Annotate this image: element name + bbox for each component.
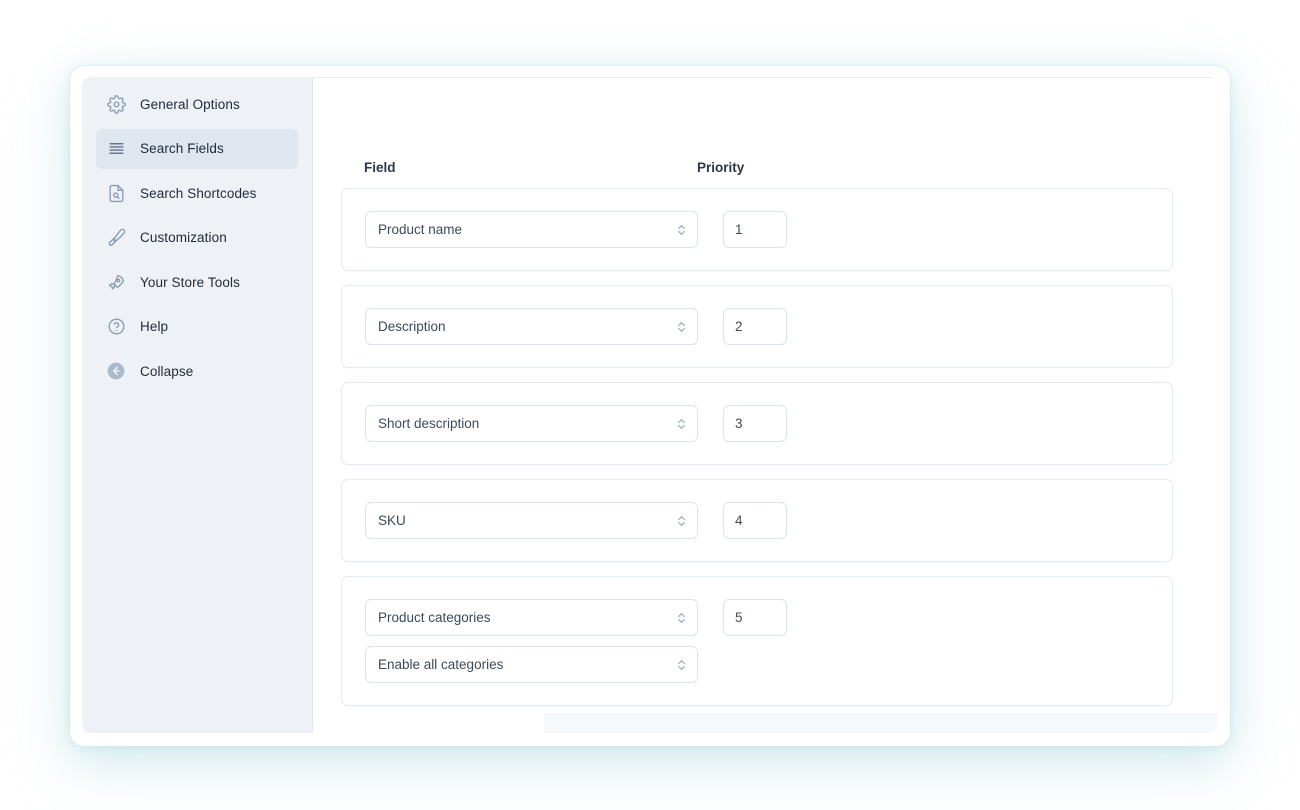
search-fields-panel: Field Priority Product name 1 Descriptio… xyxy=(313,77,1218,733)
field-select[interactable]: Product name xyxy=(365,211,698,248)
field-select-value: Description xyxy=(378,319,446,334)
chevron-updown-icon xyxy=(676,222,687,237)
category-scope-value: Enable all categories xyxy=(378,657,504,672)
search-field-row: SKU 4 xyxy=(341,479,1173,562)
gear-icon xyxy=(105,93,127,115)
sidebar-item-label: Help xyxy=(140,319,169,334)
question-circle-icon xyxy=(105,316,127,338)
field-select[interactable]: SKU xyxy=(365,502,698,539)
field-select-value: Product categories xyxy=(378,610,491,625)
arrow-left-circle-icon xyxy=(105,360,127,382)
sidebar-item-help[interactable]: Help xyxy=(96,307,298,347)
sidebar-item-your-store-tools[interactable]: Your Store Tools xyxy=(96,262,298,302)
priority-value: 2 xyxy=(735,319,743,334)
search-field-row: Short description 3 xyxy=(341,382,1173,465)
priority-value: 3 xyxy=(735,416,743,431)
sidebar-item-general-options[interactable]: General Options xyxy=(96,84,298,124)
priority-value: 1 xyxy=(735,222,743,237)
field-select-value: Short description xyxy=(378,416,480,431)
chevron-updown-icon xyxy=(676,319,687,334)
sidebar-item-label: Search Shortcodes xyxy=(140,185,257,201)
priority-input[interactable]: 5 xyxy=(723,599,787,636)
sidebar-item-customization[interactable]: Customization xyxy=(96,218,298,258)
search-field-row: Product categories Enable all categories xyxy=(341,576,1173,706)
column-header-field: Field xyxy=(364,160,396,175)
sidebar-item-label: Customization xyxy=(140,230,227,245)
priority-input[interactable]: 4 xyxy=(723,502,787,539)
search-field-row: Product name 1 xyxy=(341,188,1173,271)
sidebar-item-search-fields[interactable]: Search Fields xyxy=(96,128,298,169)
sidebar-item-search-shortcodes[interactable]: Search Shortcodes xyxy=(96,173,298,213)
priority-input[interactable]: 1 xyxy=(723,211,787,248)
chevron-updown-icon xyxy=(676,513,687,528)
category-scope-select[interactable]: Enable all categories xyxy=(365,646,698,683)
field-select-value: SKU xyxy=(378,513,406,528)
column-header-priority: Priority xyxy=(697,160,745,175)
field-select[interactable]: Short description xyxy=(365,405,698,442)
chevron-updown-icon xyxy=(676,416,687,431)
eyedropper-icon xyxy=(105,227,127,249)
document-search-icon xyxy=(105,182,127,204)
field-select[interactable]: Description xyxy=(365,308,698,345)
priority-input[interactable]: 3 xyxy=(723,405,787,442)
plugin-settings-window: General Options Search Fields Search Sho… xyxy=(82,77,1218,733)
field-select[interactable]: Product categories xyxy=(365,599,698,636)
lines-icon xyxy=(105,138,127,160)
search-field-row: Description 2 xyxy=(341,285,1173,368)
sidebar-navigation: General Options Search Fields Search Sho… xyxy=(82,77,313,733)
field-select-value: Product name xyxy=(378,222,463,237)
chevron-updown-icon xyxy=(676,610,687,625)
sidebar-item-label: Your Store Tools xyxy=(140,274,240,290)
panel-footer-strip xyxy=(544,714,1218,733)
priority-value: 5 xyxy=(735,610,743,625)
priority-input[interactable]: 2 xyxy=(723,308,787,345)
priority-value: 4 xyxy=(735,513,743,528)
chevron-updown-icon xyxy=(676,657,687,672)
sidebar-item-label: Search Fields xyxy=(140,141,224,156)
sidebar-item-collapse[interactable]: Collapse xyxy=(96,351,298,391)
sidebar-item-label: General Options xyxy=(140,96,240,112)
sidebar-item-label: Collapse xyxy=(140,363,194,379)
column-headers: Field Priority xyxy=(341,78,1173,188)
rocket-icon xyxy=(105,271,127,293)
